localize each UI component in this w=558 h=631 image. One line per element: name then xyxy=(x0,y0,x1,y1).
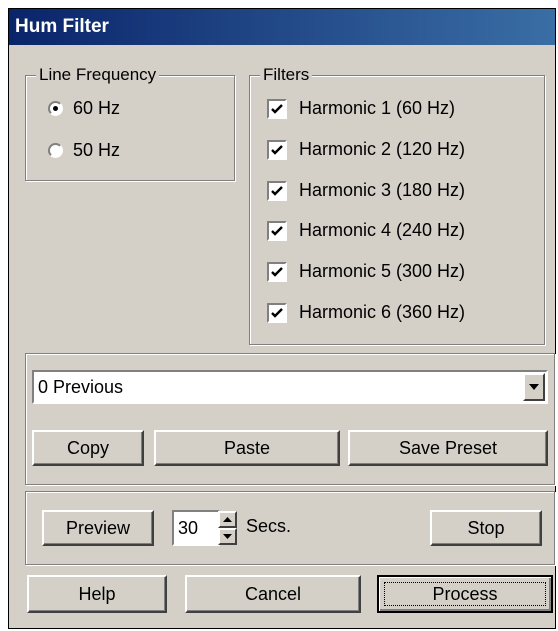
harmonic-2-checkbox[interactable]: Harmonic 2 (120 Hz) xyxy=(267,139,465,160)
harmonic-1-checkbox[interactable]: Harmonic 1 (60 Hz) xyxy=(267,98,455,119)
harmonic-6-label: Harmonic 6 (360 Hz) xyxy=(299,302,466,322)
stop-button-label: Stop xyxy=(467,518,505,538)
harmonic-3-checkbox[interactable]: Harmonic 3 (180 Hz) xyxy=(267,180,465,201)
filters-group: Filters Harmonic 1 (60 Hz) Harmonic 2 (1… xyxy=(249,65,545,345)
process-button-label: Process xyxy=(432,584,498,604)
harmonic-6-checkbox[interactable]: Harmonic 6 (360 Hz) xyxy=(267,302,465,323)
harmonic-2-check-box[interactable] xyxy=(267,139,287,160)
harmonic-4-checkbox[interactable]: Harmonic 4 (240 Hz) xyxy=(267,220,465,241)
hum-filter-dialog: Hum Filter Line Frequency 60 Hz 50 Hz Fi… xyxy=(8,8,556,629)
preview-panel: Preview 30 Secs. Stop xyxy=(25,491,555,565)
preview-button[interactable]: Preview xyxy=(42,510,154,546)
harmonic-2-label: Harmonic 2 (120 Hz) xyxy=(299,139,466,159)
harmonic-5-checkbox[interactable]: Harmonic 5 (300 Hz) xyxy=(267,261,465,282)
preset-combobox-value: 0 Previous xyxy=(38,377,124,397)
window-title: Hum Filter xyxy=(9,9,555,45)
copy-button-label: Copy xyxy=(66,438,110,458)
radio-50hz-label: 50 Hz xyxy=(73,140,121,160)
checkmark-icon xyxy=(271,185,283,196)
cancel-button-label: Cancel xyxy=(244,584,302,604)
harmonic-3-label: Harmonic 3 (180 Hz) xyxy=(299,180,466,200)
harmonic-5-check-box[interactable] xyxy=(267,261,287,282)
checkmark-icon xyxy=(271,307,283,318)
seconds-up-button[interactable] xyxy=(218,511,237,528)
radio-60hz[interactable]: 60 Hz xyxy=(48,98,120,119)
chevron-down-icon xyxy=(529,384,539,390)
stop-button[interactable]: Stop xyxy=(430,510,542,546)
seconds-input-value: 30 xyxy=(178,518,199,538)
checkmark-icon xyxy=(271,103,283,114)
harmonic-3-check-box[interactable] xyxy=(267,180,287,201)
harmonic-4-label: Harmonic 4 (240 Hz) xyxy=(299,220,466,240)
arrow-down-icon xyxy=(223,534,232,539)
seconds-unit-label: Secs. xyxy=(246,516,292,536)
checkmark-icon xyxy=(271,144,283,155)
radio-60hz-label: 60 Hz xyxy=(73,98,121,118)
process-button[interactable]: Process xyxy=(377,575,553,613)
radio-50hz[interactable]: 50 Hz xyxy=(48,140,120,161)
radio-60hz-indicator[interactable] xyxy=(48,101,63,116)
save-preset-button[interactable]: Save Preset xyxy=(348,430,548,466)
line-frequency-legend: Line Frequency xyxy=(36,65,160,85)
help-button[interactable]: Help xyxy=(27,575,167,613)
preview-button-label: Preview xyxy=(65,518,131,538)
line-frequency-group: Line Frequency 60 Hz 50 Hz xyxy=(25,65,235,181)
radio-50hz-indicator[interactable] xyxy=(48,143,63,158)
checkmark-icon xyxy=(271,266,283,277)
cancel-button[interactable]: Cancel xyxy=(185,575,361,613)
harmonic-1-label: Harmonic 1 (60 Hz) xyxy=(299,98,456,118)
harmonic-4-check-box[interactable] xyxy=(267,220,287,241)
harmonic-5-label: Harmonic 5 (300 Hz) xyxy=(299,261,466,281)
preset-combobox[interactable]: 0 Previous xyxy=(32,370,548,404)
paste-button-label: Paste xyxy=(223,438,271,458)
preset-dropdown-button[interactable] xyxy=(523,373,545,401)
arrow-up-icon xyxy=(223,517,232,522)
harmonic-6-check-box[interactable] xyxy=(267,302,287,323)
harmonic-1-check-box[interactable] xyxy=(267,98,287,119)
presets-panel: 0 Previous Copy Paste Save Preset xyxy=(25,353,555,485)
filters-legend: Filters xyxy=(260,65,313,85)
seconds-down-button[interactable] xyxy=(218,528,237,545)
save-preset-button-label: Save Preset xyxy=(398,438,498,458)
checkmark-icon xyxy=(271,225,283,236)
paste-button[interactable]: Paste xyxy=(154,430,340,466)
copy-button[interactable]: Copy xyxy=(32,430,144,466)
seconds-input[interactable]: 30 xyxy=(172,510,220,546)
help-button-label: Help xyxy=(78,584,116,604)
